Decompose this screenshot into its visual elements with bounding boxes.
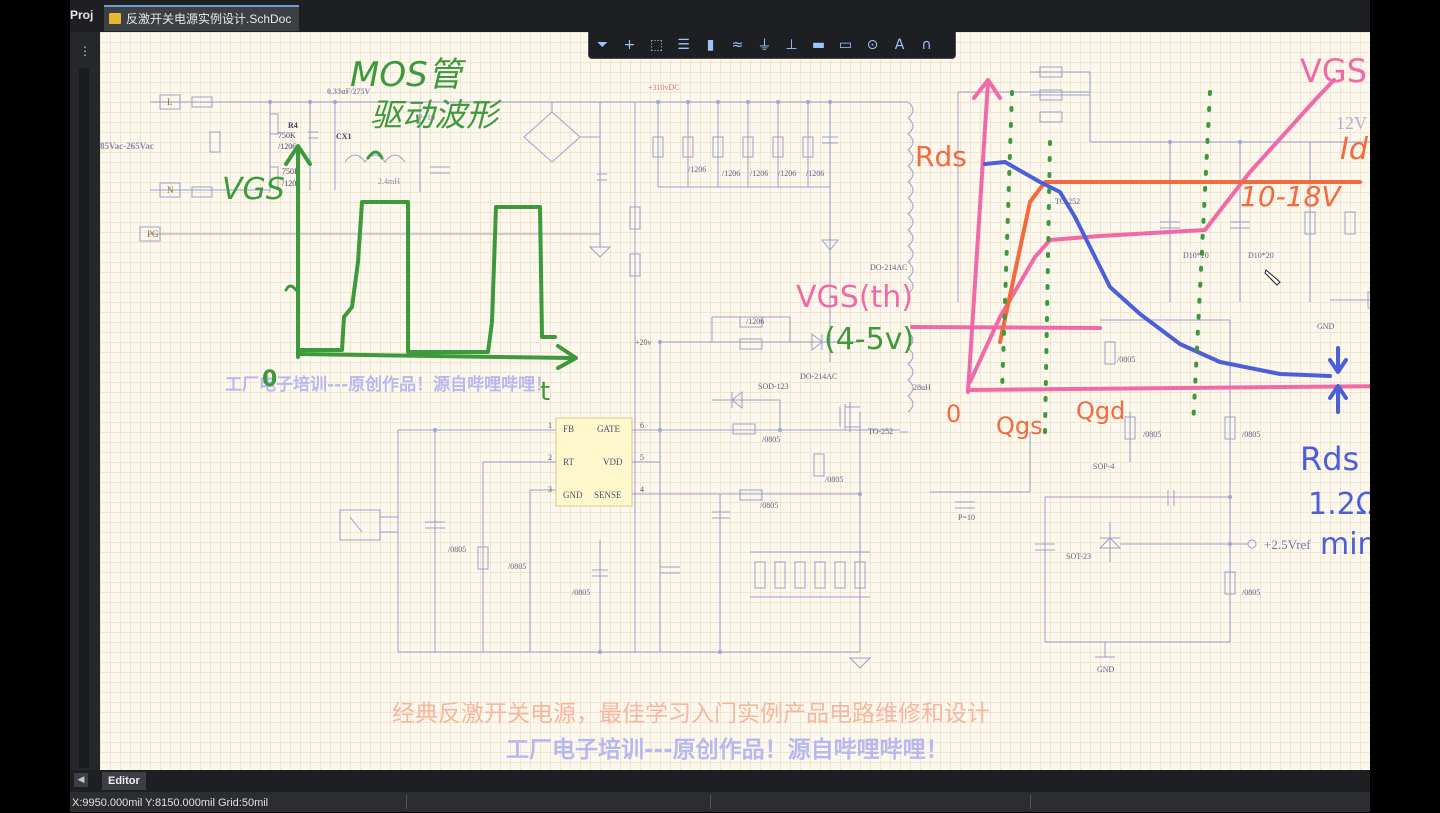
tab-scroll-left-icon[interactable]: ◀ (74, 773, 88, 787)
filter-icon[interactable]: ⏷ (591, 34, 615, 56)
mos-title-line-1: MOS管 (350, 55, 462, 95)
wire-icon[interactable]: ≈ (726, 34, 750, 56)
rds-min-suffix: min (1320, 527, 1370, 562)
align-icon[interactable]: ☰ (672, 34, 696, 56)
panel-options-icon[interactable]: ⋮ (76, 42, 94, 60)
tab-editor[interactable]: Editor (102, 772, 146, 790)
vgs-axis-label-left: VGS (222, 172, 285, 207)
app-window: Proj 反激开关电源实例设计.SchDoc ⋮ L N PG 85Vac-26… (70, 0, 1370, 812)
id-curve-label: Id (1340, 132, 1368, 167)
bottom-tab-bar: ◀ Editor (70, 770, 1370, 792)
projects-panel-tab[interactable]: Proj (70, 8, 93, 22)
ground-icon[interactable]: ⏚ (753, 34, 777, 56)
arc-icon[interactable]: ∩ (915, 34, 939, 56)
rds-axis-label: Rds (915, 140, 967, 173)
sheet-symbol-icon[interactable]: ⊙ (861, 34, 885, 56)
mos-title-line-2: 驱动波形 (370, 96, 499, 134)
crosshair-icon[interactable]: + (618, 34, 642, 56)
panel-scrollbar[interactable] (79, 68, 89, 768)
right-horizontal-axis (966, 384, 1370, 392)
bus-icon[interactable]: ▬ (807, 34, 831, 56)
status-segment-3 (1030, 795, 1101, 809)
left-side-panel: ⋮ (70, 32, 100, 770)
vgs-curve-label: VGS (1300, 52, 1367, 90)
status-segment-2 (710, 795, 781, 809)
active-bar-toolbar: ⏷ + ⬚ ☰ ▮ ≈ ⏚ ⊥ ▬ ▭ ⊙ A ∩ (588, 32, 956, 59)
vgs-range-label: 10-18V (1240, 180, 1341, 213)
rds-min-value: 1.2Ω (1308, 487, 1370, 522)
hand-drawn-annotations (284, 78, 1370, 434)
grid-size: Grid:50mil (218, 797, 269, 809)
qgs-label: Qgs (996, 412, 1043, 440)
schematic-document-icon (109, 13, 121, 24)
qgd-label: Qgd (1076, 397, 1126, 425)
vgs-threshold-range: (4-5v) (824, 322, 915, 357)
status-segment-1 (406, 795, 477, 809)
select-rect-icon[interactable]: ⬚ (645, 34, 669, 56)
text-icon[interactable]: A (888, 34, 912, 56)
time-axis-label: t (540, 377, 551, 407)
pen-cursor-icon (1264, 269, 1281, 286)
schematic-canvas[interactable]: L N PG 85Vac-265Vac 0.33uF/275V CX1 R4 7… (100, 32, 1370, 770)
netlabel-icon[interactable]: ⊥ (780, 34, 804, 56)
component-icon[interactable]: ▮ (699, 34, 723, 56)
schdoc-tab-label: 反激开关电源实例设计.SchDoc (126, 12, 292, 26)
document-tab-bar: Proj 反激开关电源实例设计.SchDoc (70, 0, 1370, 32)
port-icon[interactable]: ▭ (834, 34, 858, 56)
vgs-threshold-label: VGS(th) (796, 280, 913, 315)
cursor-coordinates: X:9950.000mil Y:8150.000mil (72, 797, 215, 809)
origin-label-left: 0 (262, 367, 278, 392)
rds-min-label: Rds (1300, 440, 1360, 478)
origin-label-right: 0 (946, 400, 962, 428)
time-axis-line (296, 352, 574, 360)
schdoc-tab[interactable]: 反激开关电源实例设计.SchDoc (104, 5, 300, 31)
status-bar: X:9950.000mil Y:8150.000mil Grid:50mil (70, 792, 1370, 812)
